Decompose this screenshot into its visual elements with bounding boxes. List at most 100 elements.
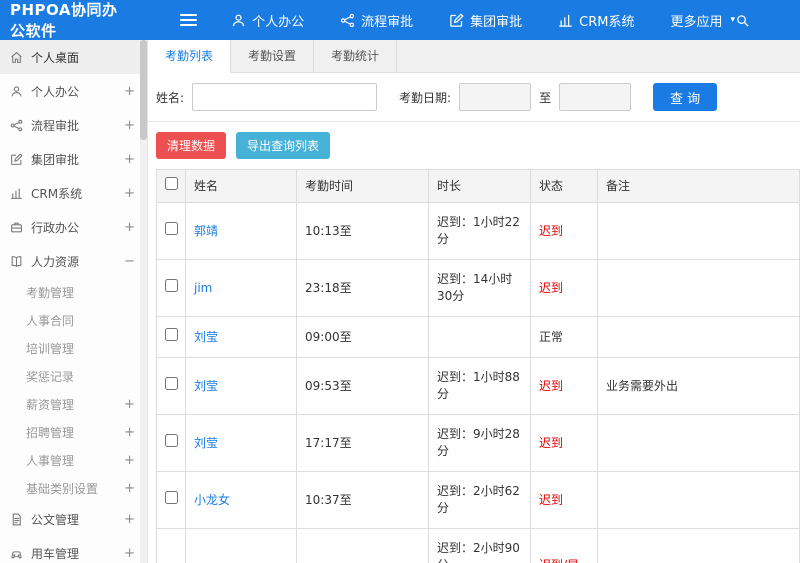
employee-name-link[interactable]: 刘莹 — [194, 379, 218, 393]
table-row: 刘莹 09:53至 迟到：1小时88分 迟到 业务需要外出 — [156, 357, 800, 415]
employee-name-cell: 郭靖 — [185, 202, 297, 260]
row-checkbox[interactable] — [164, 328, 178, 341]
expand-plus-icon[interactable]: + — [124, 512, 135, 527]
sidebar-subitem-training[interactable]: 培训管理 — [0, 334, 147, 362]
sidebar-item-doc-management[interactable]: 公文管理 + — [0, 502, 147, 536]
row-checkbox[interactable] — [164, 377, 178, 390]
sidebar-subitem-personnel[interactable]: 人事管理 + — [0, 446, 147, 474]
nav-label: 更多应用 — [670, 14, 723, 30]
bar-chart-icon — [10, 187, 23, 200]
employee-name-link[interactable]: 郭靖 — [194, 224, 218, 238]
nav-group-approval[interactable]: 集团审批 — [449, 11, 522, 30]
sidebar-item-group-approval[interactable]: 集团审批 + — [0, 142, 147, 176]
briefcase-icon — [10, 221, 23, 234]
tab-bar: 考勤列表 考勤设置 考勤统计 — [148, 40, 800, 73]
row-checkbox[interactable] — [164, 434, 178, 447]
bar-chart-icon — [558, 13, 573, 28]
tab-attendance-settings[interactable]: 考勤设置 — [231, 40, 315, 72]
expand-plus-icon[interactable]: + — [124, 397, 135, 412]
expand-plus-icon[interactable]: + — [124, 481, 135, 496]
select-all-checkbox[interactable] — [164, 177, 178, 190]
sidebar-subitem-recruitment[interactable]: 招聘管理 + — [0, 418, 147, 446]
name-input[interactable] — [192, 83, 378, 111]
attendance-time-cell: 09:00至 — [296, 316, 429, 358]
status-cell: 迟到 — [530, 471, 598, 529]
table-row: jim 23:18至 迟到：14小时30分 迟到 — [156, 259, 800, 317]
expand-plus-icon[interactable]: + — [124, 453, 135, 468]
nav-personal-office[interactable]: 个人办公 — [231, 11, 304, 30]
nav-crm-system[interactable]: CRM系统 — [558, 11, 634, 30]
car-icon — [10, 547, 23, 560]
sidebar-subitem-hr-contract[interactable]: 人事合同 — [0, 306, 147, 334]
duration-cell — [428, 316, 531, 358]
expand-plus-icon[interactable]: + — [124, 84, 135, 99]
date-start-input[interactable] — [459, 83, 532, 111]
employee-name-link[interactable]: 刘莹 — [194, 330, 218, 344]
top-header: PHPOA协同办公软件 个人办公 流程审批 集团审批 CRM系统 更多应用 ▾ — [0, 0, 800, 40]
attendance-time-cell: 23:18至 — [296, 259, 429, 317]
menu-icon[interactable] — [179, 14, 198, 26]
note-cell — [597, 202, 800, 260]
note-cell — [597, 471, 800, 529]
main-content: 考勤列表 考勤设置 考勤统计 姓名: 考勤日期: 至 查 询 清理数据 导出查询… — [148, 40, 800, 563]
status-cell: 迟到 — [530, 202, 598, 260]
sidebar-subitem-salary[interactable]: 薪资管理 + — [0, 390, 147, 418]
export-list-button[interactable]: 导出查询列表 — [236, 132, 331, 159]
row-checkbox[interactable] — [164, 222, 178, 235]
table-row: 刘莹 17:17至 迟到：9小时28分 迟到 — [156, 414, 800, 472]
employee-name-cell: 刘莹 — [185, 357, 297, 415]
nav-workflow-approval[interactable]: 流程审批 — [340, 11, 413, 30]
workflow-icon — [340, 13, 355, 28]
sidebar-item-desktop[interactable]: 个人桌面 — [0, 40, 147, 74]
top-nav: 个人办公 流程审批 集团审批 CRM系统 更多应用 ▾ — [231, 11, 735, 30]
sidebar-item-vehicle-management[interactable]: 用车管理 + — [0, 536, 147, 563]
table-row: 郭靖 10:13至 迟到：1小时22分 迟到 — [156, 202, 800, 260]
clear-data-button[interactable]: 清理数据 — [156, 132, 227, 159]
tab-attendance-stats[interactable]: 考勤统计 — [314, 40, 398, 72]
status-cell: 迟到 — [530, 357, 598, 415]
nav-more-apps[interactable]: 更多应用 ▾ — [670, 11, 735, 30]
search-button[interactable]: 查 询 — [653, 83, 718, 111]
expand-plus-icon[interactable]: + — [124, 186, 135, 201]
home-icon — [10, 51, 23, 64]
sidebar-item-workflow-approval[interactable]: 流程审批 + — [0, 108, 147, 142]
status-cell: 迟到/早退 — [530, 528, 598, 563]
expand-plus-icon[interactable]: + — [124, 220, 135, 235]
attendance-time-cell: 17:17至 — [296, 414, 429, 472]
date-end-input[interactable] — [559, 83, 632, 111]
employee-name-link[interactable]: 刘莹 — [194, 436, 218, 450]
status-cell: 迟到 — [530, 414, 598, 472]
col-header-time: 考勤时间 — [296, 169, 429, 203]
tab-attendance-list[interactable]: 考勤列表 — [148, 40, 232, 73]
edit-icon — [449, 13, 464, 28]
book-icon — [10, 255, 23, 268]
expand-plus-icon[interactable]: + — [124, 152, 135, 167]
col-header-name: 姓名 — [185, 169, 297, 203]
sidebar-item-crm[interactable]: CRM系统 + — [0, 176, 147, 210]
sidebar-item-hr[interactable]: 人力资源 − — [0, 244, 147, 278]
table-header-row: 姓名 考勤时间 时长 状态 备注 — [156, 169, 800, 203]
document-icon — [10, 513, 23, 526]
sidebar-subitem-attendance[interactable]: 考勤管理 — [0, 278, 147, 306]
expand-plus-icon[interactable]: + — [124, 118, 135, 133]
employee-name-link[interactable]: 小龙女 — [194, 493, 230, 507]
duration-cell: 迟到：1小时88分 — [428, 357, 531, 415]
employee-name-link[interactable]: jim — [194, 281, 212, 295]
expand-plus-icon[interactable]: + — [124, 546, 135, 561]
duration-cell: 迟到：9小时28分 — [428, 414, 531, 472]
sidebar-subitem-base-category[interactable]: 基础类别设置 + — [0, 474, 147, 502]
row-checkbox[interactable] — [164, 491, 178, 504]
sidebar-scrollbar[interactable] — [140, 40, 147, 563]
row-checkbox[interactable] — [164, 279, 178, 292]
attendance-time-cell: 10:54至10:54 — [296, 528, 429, 563]
sidebar: 个人桌面 个人办公 + 流程审批 + 集团审批 + CRM系统 + 行政办公 +… — [0, 40, 148, 563]
search-icon[interactable] — [735, 13, 750, 28]
attendance-time-cell: 10:13至 — [296, 202, 429, 260]
sidebar-subitem-rewards[interactable]: 奖惩记录 — [0, 362, 147, 390]
collapse-minus-icon[interactable]: − — [124, 254, 135, 269]
sidebar-item-admin-office[interactable]: 行政办公 + — [0, 210, 147, 244]
sidebar-item-personal-office[interactable]: 个人办公 + — [0, 74, 147, 108]
expand-plus-icon[interactable]: + — [124, 425, 135, 440]
app-logo[interactable]: PHPOA协同办公软件 — [0, 0, 128, 41]
status-cell: 迟到 — [530, 259, 598, 317]
